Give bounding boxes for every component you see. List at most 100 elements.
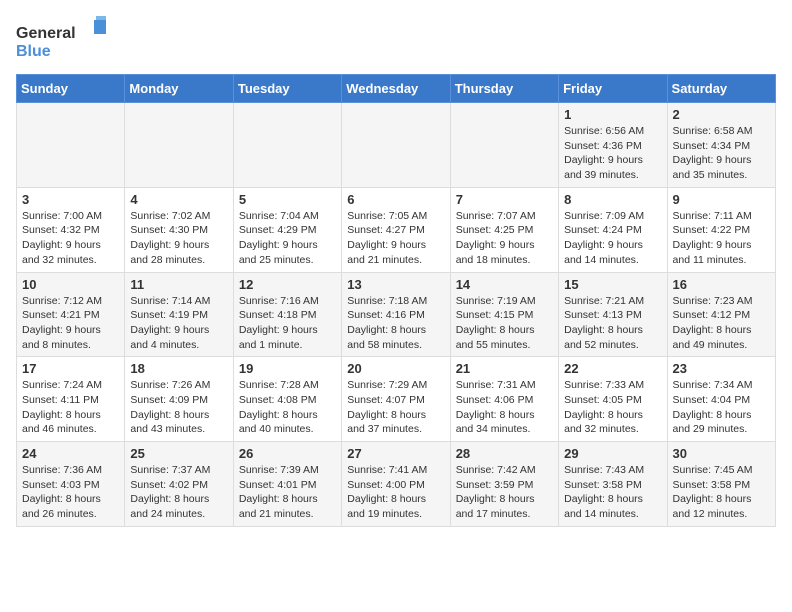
day-info: Sunrise: 7:24 AMSunset: 4:11 PMDaylight:… bbox=[22, 378, 119, 437]
day-number: 14 bbox=[456, 277, 553, 292]
day-number: 29 bbox=[564, 446, 661, 461]
day-cell: 15Sunrise: 7:21 AMSunset: 4:13 PMDayligh… bbox=[559, 272, 667, 357]
day-number: 30 bbox=[673, 446, 770, 461]
day-info: Sunrise: 7:05 AMSunset: 4:27 PMDaylight:… bbox=[347, 209, 444, 268]
day-info: Sunrise: 7:33 AMSunset: 4:05 PMDaylight:… bbox=[564, 378, 661, 437]
day-cell: 14 Sunrise: 7:19 AMSunset: 4:15 PMDayligh… bbox=[450, 272, 558, 357]
day-number: 12 bbox=[239, 277, 336, 292]
logo-svg: General Blue bbox=[16, 16, 106, 66]
day-info: Sunrise: 7:00 AMSunset: 4:32 PMDaylight:… bbox=[22, 209, 119, 268]
svg-text:Blue: Blue bbox=[16, 43, 51, 60]
day-cell: 28Sunrise: 7:42 AMSunset: 3:59 PMDayligh… bbox=[450, 442, 558, 527]
day-number: 8 bbox=[564, 192, 661, 207]
calendar-body: 1Sunrise: 6:56 AMSunset: 4:36 PMDaylight… bbox=[17, 103, 776, 527]
day-cell bbox=[342, 103, 450, 188]
week-row-1: 3 Sunrise: 7:00 AMSunset: 4:32 PMDaylight… bbox=[17, 187, 776, 272]
day-number: 2 bbox=[673, 107, 770, 122]
day-cell: 11Sunrise: 7:14 AMSunset: 4:19 PMDayligh… bbox=[125, 272, 233, 357]
day-number: 5 bbox=[239, 192, 336, 207]
day-info: Sunrise: 7:37 AMSunset: 4:02 PMDaylight:… bbox=[130, 463, 227, 522]
day-number: 26 bbox=[239, 446, 336, 461]
week-row-4: 24Sunrise: 7:36 AMSunset: 4:03 PMDayligh… bbox=[17, 442, 776, 527]
day-number: 18 bbox=[130, 361, 227, 376]
day-info: Sunrise: 7:19 AMSunset: 4:15 PMDaylight:… bbox=[456, 294, 553, 353]
day-cell: 10Sunrise: 7:12 AMSunset: 4:21 PMDayligh… bbox=[17, 272, 125, 357]
day-cell: 1Sunrise: 6:56 AMSunset: 4:36 PMDaylight… bbox=[559, 103, 667, 188]
day-cell bbox=[125, 103, 233, 188]
day-cell bbox=[17, 103, 125, 188]
day-number: 10 bbox=[22, 277, 119, 292]
day-cell: 24Sunrise: 7:36 AMSunset: 4:03 PMDayligh… bbox=[17, 442, 125, 527]
day-info: Sunrise: 7:43 AMSunset: 3:58 PMDaylight:… bbox=[564, 463, 661, 522]
day-cell: 18 Sunrise: 7:26 AMSunset: 4:09 PMDayligh… bbox=[125, 357, 233, 442]
day-cell bbox=[233, 103, 341, 188]
day-cell bbox=[450, 103, 558, 188]
day-info: Sunrise: 7:39 AMSunset: 4:01 PMDaylight:… bbox=[239, 463, 336, 522]
day-number: 21 bbox=[456, 361, 553, 376]
day-info: Sunrise: 6:56 AMSunset: 4:36 PMDaylight:… bbox=[564, 124, 661, 183]
day-number: 20 bbox=[347, 361, 444, 376]
day-cell: 2 Sunrise: 6:58 AMSunset: 4:34 PMDaylight… bbox=[667, 103, 775, 188]
day-cell: 4Sunrise: 7:02 AMSunset: 4:30 PMDaylight… bbox=[125, 187, 233, 272]
day-cell: 16Sunrise: 7:23 AMSunset: 4:12 PMDayligh… bbox=[667, 272, 775, 357]
day-info: Sunrise: 7:31 AMSunset: 4:06 PMDaylight:… bbox=[456, 378, 553, 437]
day-cell: 6 Sunrise: 7:05 AMSunset: 4:27 PMDaylight… bbox=[342, 187, 450, 272]
day-info: Sunrise: 7:04 AMSunset: 4:29 PMDaylight:… bbox=[239, 209, 336, 268]
week-row-3: 17 Sunrise: 7:24 AMSunset: 4:11 PMDayligh… bbox=[17, 357, 776, 442]
day-cell: 7 Sunrise: 7:07 AMSunset: 4:25 PMDaylight… bbox=[450, 187, 558, 272]
day-number: 16 bbox=[673, 277, 770, 292]
day-number: 19 bbox=[239, 361, 336, 376]
day-number: 13 bbox=[347, 277, 444, 292]
svg-text:General: General bbox=[16, 25, 76, 42]
day-info: Sunrise: 7:29 AMSunset: 4:07 PMDaylight:… bbox=[347, 378, 444, 437]
header-col-wednesday: Wednesday bbox=[342, 75, 450, 103]
day-info: Sunrise: 7:45 AMSunset: 3:58 PMDaylight:… bbox=[673, 463, 770, 522]
day-cell: 13 Sunrise: 7:18 AMSunset: 4:16 PMDayligh… bbox=[342, 272, 450, 357]
day-number: 3 bbox=[22, 192, 119, 207]
week-row-0: 1Sunrise: 6:56 AMSunset: 4:36 PMDaylight… bbox=[17, 103, 776, 188]
header-col-tuesday: Tuesday bbox=[233, 75, 341, 103]
day-info: Sunrise: 7:34 AMSunset: 4:04 PMDaylight:… bbox=[673, 378, 770, 437]
logo: General Blue bbox=[16, 16, 106, 66]
header-row: SundayMondayTuesdayWednesdayThursdayFrid… bbox=[17, 75, 776, 103]
day-number: 23 bbox=[673, 361, 770, 376]
day-cell: 27Sunrise: 7:41 AMSunset: 4:00 PMDayligh… bbox=[342, 442, 450, 527]
day-info: Sunrise: 6:58 AMSunset: 4:34 PMDaylight:… bbox=[673, 124, 770, 183]
day-cell: 23 Sunrise: 7:34 AMSunset: 4:04 PMDayligh… bbox=[667, 357, 775, 442]
day-cell: 22 Sunrise: 7:33 AMSunset: 4:05 PMDayligh… bbox=[559, 357, 667, 442]
day-cell: 30 Sunrise: 7:45 AMSunset: 3:58 PMDayligh… bbox=[667, 442, 775, 527]
calendar-table: SundayMondayTuesdayWednesdayThursdayFrid… bbox=[16, 74, 776, 527]
day-cell: 17 Sunrise: 7:24 AMSunset: 4:11 PMDayligh… bbox=[17, 357, 125, 442]
day-cell: 12 Sunrise: 7:16 AMSunset: 4:18 PMDayligh… bbox=[233, 272, 341, 357]
day-info: Sunrise: 7:21 AMSunset: 4:13 PMDaylight:… bbox=[564, 294, 661, 353]
day-info: Sunrise: 7:41 AMSunset: 4:00 PMDaylight:… bbox=[347, 463, 444, 522]
day-cell: 19 Sunrise: 7:28 AMSunset: 4:08 PMDayligh… bbox=[233, 357, 341, 442]
day-number: 6 bbox=[347, 192, 444, 207]
day-info: Sunrise: 7:16 AMSunset: 4:18 PMDaylight:… bbox=[239, 294, 336, 353]
header-col-friday: Friday bbox=[559, 75, 667, 103]
day-info: Sunrise: 7:36 AMSunset: 4:03 PMDaylight:… bbox=[22, 463, 119, 522]
day-info: Sunrise: 7:07 AMSunset: 4:25 PMDaylight:… bbox=[456, 209, 553, 268]
day-cell: 26 Sunrise: 7:39 AMSunset: 4:01 PMDayligh… bbox=[233, 442, 341, 527]
day-cell: 8Sunrise: 7:09 AMSunset: 4:24 PMDaylight… bbox=[559, 187, 667, 272]
day-cell: 20 Sunrise: 7:29 AMSunset: 4:07 PMDayligh… bbox=[342, 357, 450, 442]
header-col-sunday: Sunday bbox=[17, 75, 125, 103]
day-cell: 3 Sunrise: 7:00 AMSunset: 4:32 PMDaylight… bbox=[17, 187, 125, 272]
day-cell: 21 Sunrise: 7:31 AMSunset: 4:06 PMDayligh… bbox=[450, 357, 558, 442]
day-cell: 9Sunrise: 7:11 AMSunset: 4:22 PMDaylight… bbox=[667, 187, 775, 272]
day-number: 22 bbox=[564, 361, 661, 376]
header-col-thursday: Thursday bbox=[450, 75, 558, 103]
header-col-saturday: Saturday bbox=[667, 75, 775, 103]
day-cell: 29 Sunrise: 7:43 AMSunset: 3:58 PMDayligh… bbox=[559, 442, 667, 527]
day-info: Sunrise: 7:28 AMSunset: 4:08 PMDaylight:… bbox=[239, 378, 336, 437]
day-cell: 5 Sunrise: 7:04 AMSunset: 4:29 PMDaylight… bbox=[233, 187, 341, 272]
day-number: 9 bbox=[673, 192, 770, 207]
day-number: 7 bbox=[456, 192, 553, 207]
header-col-monday: Monday bbox=[125, 75, 233, 103]
day-number: 17 bbox=[22, 361, 119, 376]
day-info: Sunrise: 7:02 AMSunset: 4:30 PMDaylight:… bbox=[130, 209, 227, 268]
day-info: Sunrise: 7:26 AMSunset: 4:09 PMDaylight:… bbox=[130, 378, 227, 437]
day-info: Sunrise: 7:42 AMSunset: 3:59 PMDaylight:… bbox=[456, 463, 553, 522]
header: General Blue bbox=[16, 16, 776, 66]
day-info: Sunrise: 7:18 AMSunset: 4:16 PMDaylight:… bbox=[347, 294, 444, 353]
